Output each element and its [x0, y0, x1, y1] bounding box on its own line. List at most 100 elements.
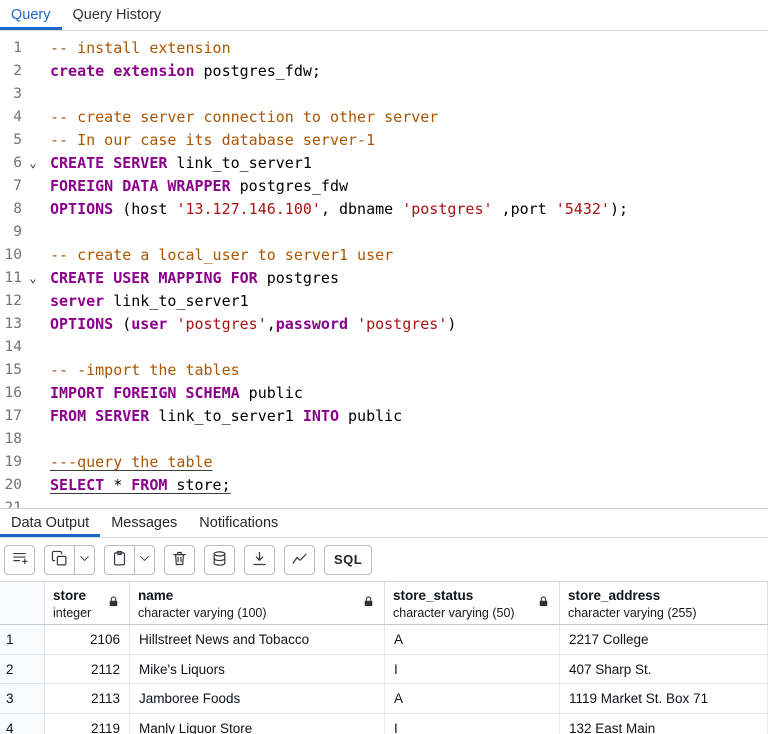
line-number: 11	[4, 270, 22, 286]
toolbar-button-group: SQL	[324, 544, 373, 575]
save-data-button[interactable]	[204, 544, 235, 575]
copy-button[interactable]	[44, 544, 75, 575]
code-line[interactable]: 17 FROM SERVER link_to_server1 INTO publi…	[0, 405, 768, 428]
cell-store[interactable]: 2106	[45, 625, 130, 654]
cell-store_status[interactable]: I	[385, 713, 560, 734]
chart-button[interactable]	[284, 544, 315, 575]
cell-store_status[interactable]: A	[385, 684, 560, 713]
cell-store_status[interactable]: I	[385, 654, 560, 683]
tab-messages[interactable]: Messages	[100, 509, 188, 537]
row-number-cell[interactable]: 2	[0, 654, 45, 683]
cell-store[interactable]: 2119	[45, 713, 130, 734]
code-line[interactable]: 4 -- create server connection to other se…	[0, 106, 768, 129]
line-number: 17	[4, 408, 22, 424]
cell-store_status[interactable]: A	[385, 625, 560, 654]
code-line[interactable]: 11 ⌄ CREATE USER MAPPING FOR postgres	[0, 267, 768, 290]
row-number-cell[interactable]: 1	[0, 625, 45, 654]
code-line[interactable]: 12 server link_to_server1	[0, 290, 768, 313]
code-line[interactable]: 9	[0, 221, 768, 244]
code-line[interactable]: 19 ---query the table	[0, 451, 768, 474]
chevron-down-icon	[138, 552, 151, 568]
cell-name[interactable]: Hillstreet News and Tobacco	[130, 625, 385, 654]
toolbar-button-group	[244, 544, 275, 575]
cell-name[interactable]: Manly Liquor Store	[130, 713, 385, 734]
column-type: character varying (255)	[568, 606, 697, 620]
toolbar-button-group	[284, 544, 315, 575]
cell-store[interactable]: 2112	[45, 654, 130, 683]
line-number: 9	[13, 224, 22, 240]
code-line[interactable]: 15 -- -import the tables	[0, 359, 768, 382]
code-line[interactable]: 20 SELECT * FROM store;	[0, 474, 768, 497]
code-line[interactable]: 2 create extension postgres_fdw;	[0, 60, 768, 83]
line-number: 20	[4, 477, 22, 493]
code-line[interactable]: 14	[0, 336, 768, 359]
code-line[interactable]: 21	[0, 497, 768, 508]
code-line[interactable]: 1 -- install extension	[0, 37, 768, 60]
table-row: 1 2106 Hillstreet News and Tobacco A 2217 Co…	[0, 625, 768, 655]
column-name: store_status	[393, 588, 474, 603]
code-text: create extension postgres_fdw;	[50, 62, 321, 80]
cell-store_address[interactable]: 2217 College	[560, 625, 768, 654]
save-data-icon	[211, 550, 228, 570]
cell-name[interactable]: Mike's Liquors	[130, 654, 385, 683]
code-line[interactable]: 3	[0, 83, 768, 106]
code-line[interactable]: 13 OPTIONS (user 'postgres',password 'pos…	[0, 313, 768, 336]
delete-button[interactable]	[164, 544, 195, 575]
fold-chevron-icon[interactable]: ⌄	[22, 152, 44, 175]
chevron-down-button[interactable]	[74, 544, 95, 575]
sql-button[interactable]: SQL	[324, 544, 373, 575]
cell-store_address[interactable]: 132 East Main	[560, 713, 768, 734]
code-text: CREATE SERVER link_to_server1	[50, 154, 312, 172]
column-header-store_address[interactable]: store_address character varying (255)	[560, 582, 768, 624]
line-number: 3	[13, 86, 22, 102]
tab-query[interactable]: Query	[0, 0, 62, 30]
chevron-down-icon	[78, 552, 91, 568]
download-button[interactable]	[244, 544, 275, 575]
row-number-header	[0, 582, 45, 624]
add-row-button[interactable]	[4, 544, 35, 575]
table-row: 2 2112 Mike's Liquors I 407 Sharp St.	[0, 654, 768, 684]
line-number: 16	[4, 385, 22, 401]
fold-chevron-icon[interactable]: ⌄	[22, 267, 44, 290]
tab-notifications[interactable]: Notifications	[188, 509, 289, 537]
tab-data-output[interactable]: Data Output	[0, 509, 100, 537]
chevron-down-button[interactable]	[134, 544, 155, 575]
code-line[interactable]: 8 OPTIONS (host '13.127.146.100', dbname …	[0, 198, 768, 221]
column-header-store_status[interactable]: store_status character varying (50)	[385, 582, 560, 624]
code-line[interactable]: 18	[0, 428, 768, 451]
table-row: 4 2119 Manly Liquor Store I 132 East Main	[0, 713, 768, 734]
code-line[interactable]: 16 IMPORT FOREIGN SCHEMA public	[0, 382, 768, 405]
row-number-cell[interactable]: 4	[0, 713, 45, 734]
sql-editor[interactable]: 1 -- install extension 2 create extension p…	[0, 31, 768, 508]
code-lines: 1 -- install extension 2 create extension p…	[0, 37, 768, 508]
paste-button[interactable]	[104, 544, 135, 575]
code-line[interactable]: 5 -- In our case its database server-1	[0, 129, 768, 152]
code-line[interactable]: 6 ⌄ CREATE SERVER link_to_server1	[0, 152, 768, 175]
cell-store[interactable]: 2113	[45, 684, 130, 713]
tab-query-history[interactable]: Query History	[62, 0, 173, 30]
code-text: FOREIGN DATA WRAPPER postgres_fdw	[50, 177, 349, 195]
line-number: 21	[4, 500, 22, 508]
toolbar-button-group	[44, 544, 95, 575]
column-header-store[interactable]: store integer	[45, 582, 130, 624]
code-line[interactable]: 7 FOREIGN DATA WRAPPER postgres_fdw	[0, 175, 768, 198]
cell-store_address[interactable]: 407 Sharp St.	[560, 654, 768, 683]
copy-icon	[51, 550, 68, 570]
row-number-cell[interactable]: 3	[0, 684, 45, 713]
code-line[interactable]: 10 -- create a local_user to server1 user	[0, 244, 768, 267]
cell-store_address[interactable]: 1119 Market St. Box 71	[560, 684, 768, 713]
code-text: OPTIONS (user 'postgres',password 'postg…	[50, 315, 457, 333]
cell-name[interactable]: Jamboree Foods	[130, 684, 385, 713]
line-number: 6	[13, 155, 22, 171]
column-header-name[interactable]: name character varying (100)	[130, 582, 385, 624]
line-number: 1	[13, 40, 22, 56]
lock-icon	[107, 595, 120, 608]
